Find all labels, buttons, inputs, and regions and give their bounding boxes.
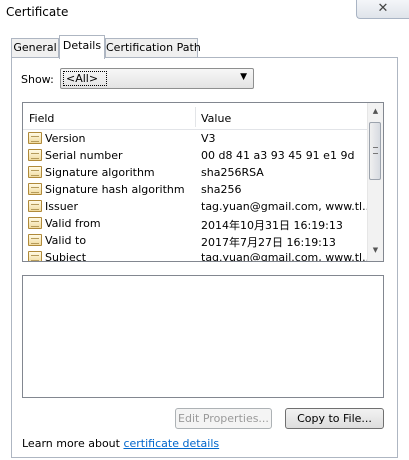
certificate-field-icon — [28, 183, 42, 195]
field-value: tag.yuan@gmail.com, www.tl... — [201, 200, 367, 213]
field-value: 2017年7月27日 16:19:13 — [201, 236, 336, 249]
certificate-field-icon — [28, 132, 42, 144]
list-item[interactable]: Issuer tag.yuan@gmail.com, www.tl... — [23, 198, 367, 215]
show-dropdown[interactable]: <All> ▼ — [60, 68, 254, 89]
copy-to-file-button[interactable]: Copy to File... — [285, 408, 384, 429]
field-name: Subject — [45, 251, 87, 261]
tab-certification-path[interactable]: Certification Path — [105, 38, 201, 58]
list-item[interactable]: Signature hash algorithm sha256 — [23, 181, 367, 198]
edit-properties-button[interactable]: Edit Properties... — [175, 408, 272, 429]
column-header-value[interactable]: Value — [201, 112, 231, 125]
list-item[interactable]: Version V3 — [23, 130, 367, 147]
list-item[interactable]: Serial number 00 d8 41 a3 93 45 91 e1 9d — [23, 147, 367, 164]
field-value: sha256RSA — [201, 166, 264, 179]
field-value: 00 d8 41 a3 93 45 91 e1 9d — [201, 149, 355, 162]
tab-details[interactable]: Details — [59, 35, 105, 59]
certificate-field-icon — [28, 234, 42, 246]
column-divider[interactable] — [195, 107, 196, 127]
field-name: Issuer — [45, 200, 78, 213]
close-icon[interactable]: ✕ — [378, 1, 389, 16]
certificate-field-icon — [28, 217, 42, 229]
list-item[interactable]: Subject tag.yuan@gmail.com, www.tl... — [23, 249, 367, 261]
column-header-field[interactable]: Field — [29, 112, 54, 125]
certificate-field-icon — [28, 200, 42, 212]
scroll-down-icon[interactable]: ▼ — [368, 246, 383, 254]
list-header: Field Value — [23, 103, 367, 130]
field-value: sha256 — [201, 183, 242, 196]
field-name: Valid to — [45, 234, 87, 247]
field-name: Signature hash algorithm — [45, 183, 185, 196]
show-dropdown-value[interactable]: <All> — [63, 71, 107, 86]
learn-more-text: Learn more about — [22, 437, 124, 450]
field-value: tag.yuan@gmail.com, www.tl... — [201, 251, 367, 261]
scrollbar-thumb[interactable] — [369, 122, 381, 180]
grip-icon — [373, 147, 378, 154]
certificate-details-link[interactable]: certificate details — [123, 437, 219, 450]
tab-general[interactable]: General — [11, 38, 59, 58]
show-label: Show: — [21, 73, 54, 86]
field-name: Signature algorithm — [45, 166, 155, 179]
learn-more-line: Learn more about certificate details — [22, 437, 219, 450]
close-button[interactable]: ✕ — [356, 0, 409, 19]
field-name: Version — [45, 132, 86, 145]
certificate-field-icon — [28, 149, 42, 161]
list-rows: Version V3 Serial number 00 d8 41 a3 93 … — [23, 130, 367, 261]
scroll-up-icon[interactable]: ▲ — [368, 107, 383, 115]
certificate-field-icon — [28, 166, 42, 178]
certificate-fields-list[interactable]: Field Value Version V3 Serial number 00 … — [22, 102, 384, 262]
list-item[interactable]: Valid to 2017年7月27日 16:19:13 — [23, 232, 367, 249]
list-item[interactable]: Signature algorithm sha256RSA — [23, 164, 367, 181]
certificate-field-icon — [28, 251, 42, 261]
chevron-down-icon[interactable]: ▼ — [240, 72, 247, 82]
list-item[interactable]: Valid from 2014年10月31日 16:19:13 — [23, 215, 367, 232]
field-name: Valid from — [45, 217, 101, 230]
vertical-scrollbar[interactable]: ▲ ▼ — [367, 103, 383, 261]
title-bar: Certificate ✕ — [0, 0, 409, 24]
window-title: Certificate — [6, 5, 69, 19]
field-name: Serial number — [45, 149, 123, 162]
field-value: 2014年10月31日 16:19:13 — [201, 219, 343, 232]
field-value: V3 — [201, 132, 216, 145]
field-detail-box[interactable] — [22, 275, 384, 398]
